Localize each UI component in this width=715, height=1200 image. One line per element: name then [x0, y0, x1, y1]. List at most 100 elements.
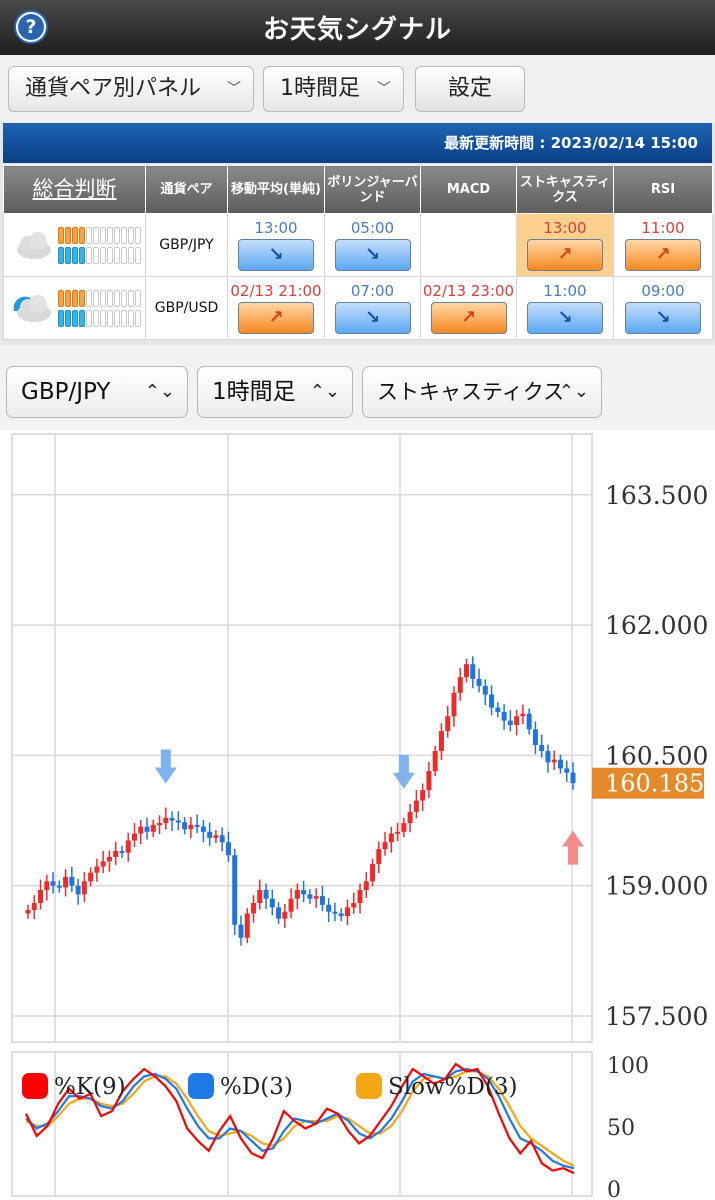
- signal-time: 13:00: [254, 219, 298, 237]
- candle-body: [401, 823, 407, 832]
- candle-body: [81, 881, 87, 895]
- down-arrow-icon[interactable]: ↘: [334, 302, 411, 334]
- signal-cell[interactable]: 07:00 ↘: [324, 276, 421, 340]
- strength-cell: [128, 309, 134, 327]
- last-updated: 最新更新時間 : 2023/02/14 15:00: [3, 123, 712, 163]
- candle-body: [244, 913, 250, 938]
- signal-cell[interactable]: 13:00 ↗: [516, 213, 614, 277]
- strength-cell: [72, 226, 78, 244]
- strength-cell: [86, 289, 92, 307]
- strength-meter: [58, 226, 141, 264]
- overall-cell[interactable]: [3, 276, 146, 340]
- overall-cell[interactable]: [3, 213, 146, 277]
- column-header-macd: MACD: [420, 165, 517, 214]
- candle-body: [25, 909, 31, 914]
- up-arrow-icon[interactable]: ↗: [238, 302, 314, 334]
- signal-cell[interactable]: 09:00 ↘: [613, 276, 713, 340]
- chart-timeframe-select[interactable]: 1時間足 ⌃⌄: [197, 366, 353, 418]
- candle-body: [351, 903, 357, 908]
- signal-cell[interactable]: 11:00 ↘: [516, 276, 614, 340]
- candle-body: [413, 800, 419, 812]
- column-header-overall[interactable]: 総合判断: [3, 165, 146, 214]
- up-arrow-icon[interactable]: ↗: [430, 302, 507, 334]
- updown-chevron-icon: ⌃⌄: [144, 381, 175, 402]
- candle-body: [188, 824, 194, 830]
- strength-cell: [100, 289, 106, 307]
- signal-cell[interactable]: 02/13 23:00 ↗: [420, 276, 517, 340]
- chart-timeframe-label: 1時間足: [212, 379, 296, 405]
- candle-body: [38, 890, 44, 904]
- panel-select-label: 通貨ペア別パネル: [25, 76, 202, 101]
- down-arrow-icon[interactable]: ↘: [334, 239, 411, 271]
- signal-cell[interactable]: 13:00 ↘: [227, 213, 325, 277]
- strength-cell: [128, 226, 134, 244]
- candle-body: [495, 707, 501, 712]
- candle-body: [144, 826, 150, 832]
- up-arrow-icon[interactable]: ↗: [527, 239, 603, 271]
- legend-label: %K(9): [54, 1074, 126, 1100]
- strength-cell: [93, 309, 99, 327]
- column-header-stochastics: ストキャスティクス: [516, 165, 614, 214]
- signal-cell[interactable]: 02/13 21:00 ↗: [227, 276, 325, 340]
- chart-indicator-select[interactable]: ストキャスティクス ⌃⌄: [362, 366, 602, 418]
- settings-button[interactable]: 設定: [415, 66, 525, 112]
- timeframe-select[interactable]: 1時間足 ﹀: [263, 66, 404, 112]
- candle-body: [232, 855, 238, 925]
- strength-cell: [58, 289, 64, 307]
- chart-pair-label: GBP/JPY: [21, 379, 111, 405]
- candle-body: [301, 890, 307, 895]
- candle-body: [470, 664, 476, 679]
- strength-cell: [121, 246, 127, 264]
- candle-body: [50, 881, 56, 886]
- signal-cell[interactable]: 11:00 ↗: [613, 213, 713, 277]
- y-tick-label: 159.000: [605, 872, 708, 901]
- y-tick-label: 162.000: [605, 611, 708, 640]
- candle-body: [238, 924, 244, 938]
- strength-cell: [128, 246, 134, 264]
- candle-body: [125, 840, 131, 853]
- candle-body: [207, 831, 213, 838]
- chart-pair-select[interactable]: GBP/JPY ⌃⌄: [6, 366, 188, 418]
- strength-cell: [65, 226, 71, 244]
- candle-body: [276, 907, 282, 919]
- candle-body: [476, 678, 482, 686]
- candle-body: [100, 861, 106, 867]
- candle-body: [501, 711, 507, 721]
- down-arrow-icon[interactable]: ↘: [238, 239, 314, 271]
- strength-cell: [135, 309, 141, 327]
- candle-body: [489, 694, 495, 708]
- timeframe-select-label: 1時間足: [280, 76, 360, 101]
- current-price-label: 160.185: [605, 770, 704, 798]
- app-title: お天気シグナル: [262, 15, 452, 45]
- candle-body: [56, 885, 62, 888]
- candle-body: [545, 751, 551, 763]
- candle-body: [438, 731, 444, 752]
- strength-cell: [114, 289, 120, 307]
- candle-body: [88, 872, 94, 882]
- strength-cell: [93, 226, 99, 244]
- candle-body: [269, 898, 275, 908]
- strength-cell: [86, 226, 92, 244]
- price-chart[interactable]: 163.500 162.000 160.500 159.000 157.500 160.1…: [0, 430, 715, 1200]
- strength-cell: [135, 246, 141, 264]
- column-header-rsi: RSI: [613, 165, 713, 214]
- chart-indicator-label: ストキャスティクス: [377, 380, 565, 404]
- candle-body: [445, 716, 451, 732]
- candle-body: [382, 842, 388, 850]
- candle-body: [363, 881, 369, 890]
- strength-cell: [58, 246, 64, 264]
- up-arrow-icon[interactable]: ↗: [625, 239, 701, 271]
- down-arrow-icon[interactable]: ↘: [527, 302, 603, 334]
- pair-cell: GBP/JPY: [145, 213, 228, 277]
- y-tick-label: 160.500: [605, 741, 708, 770]
- signal-cell[interactable]: 05:00 ↘: [324, 213, 421, 277]
- down-arrow-icon[interactable]: ↘: [625, 302, 701, 334]
- signal-time: 07:00: [350, 282, 395, 300]
- candle-body: [131, 833, 137, 841]
- panel-select[interactable]: 通貨ペア別パネル ﹀: [8, 66, 254, 112]
- strength-cell: [79, 246, 85, 264]
- app-header: ? お天気シグナル: [0, 0, 715, 55]
- price-plot-area: [11, 433, 593, 1043]
- signal-time: 05:00: [350, 219, 395, 237]
- candle-body: [482, 685, 488, 695]
